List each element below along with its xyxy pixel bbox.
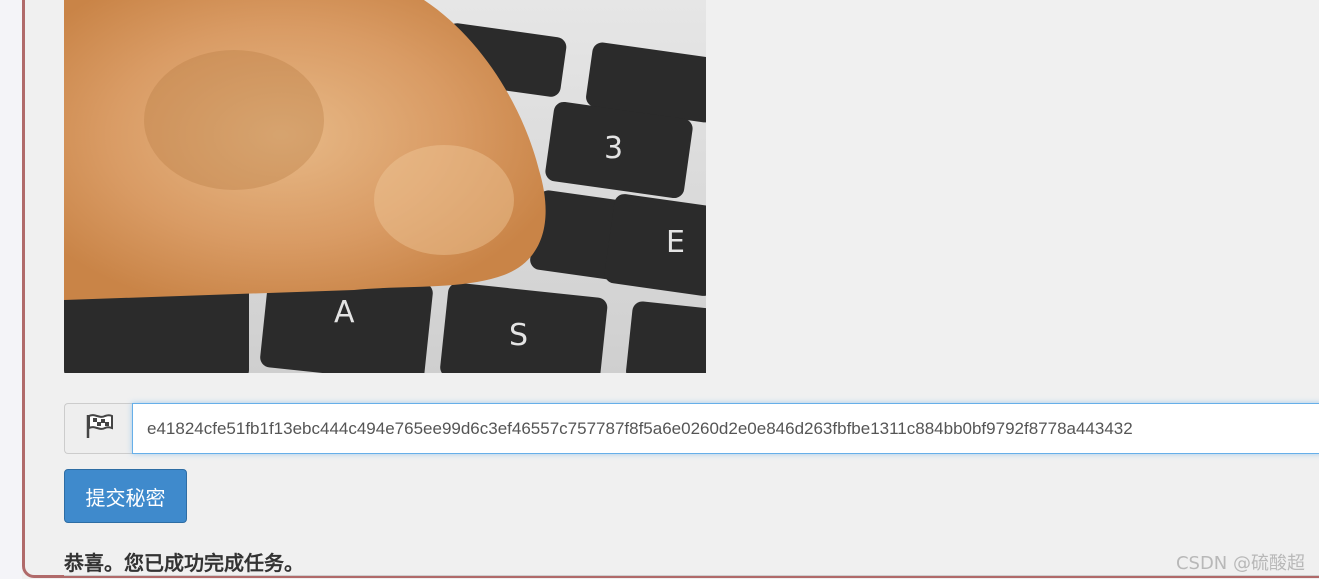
secret-input[interactable] [132,403,1319,454]
success-message: 恭喜。您已成功完成任务。 [64,551,304,575]
submit-secret-button[interactable]: 提交秘密 [64,469,187,523]
divider [64,575,1319,576]
watermark: CSDN @硫酸超 [1175,553,1305,574]
photo-illustration: 3 E A S [64,0,706,373]
secret-input-group [64,403,1319,454]
cat-paw-keyboard-image: 3 E A S [64,0,706,373]
svg-text:3: 3 [604,131,623,166]
svg-text:S: S [509,318,528,353]
checkered-flag-icon [83,412,115,445]
svg-text:A: A [334,295,355,330]
flag-addon [64,403,132,454]
left-gutter [0,0,22,579]
svg-text:E: E [666,225,685,260]
